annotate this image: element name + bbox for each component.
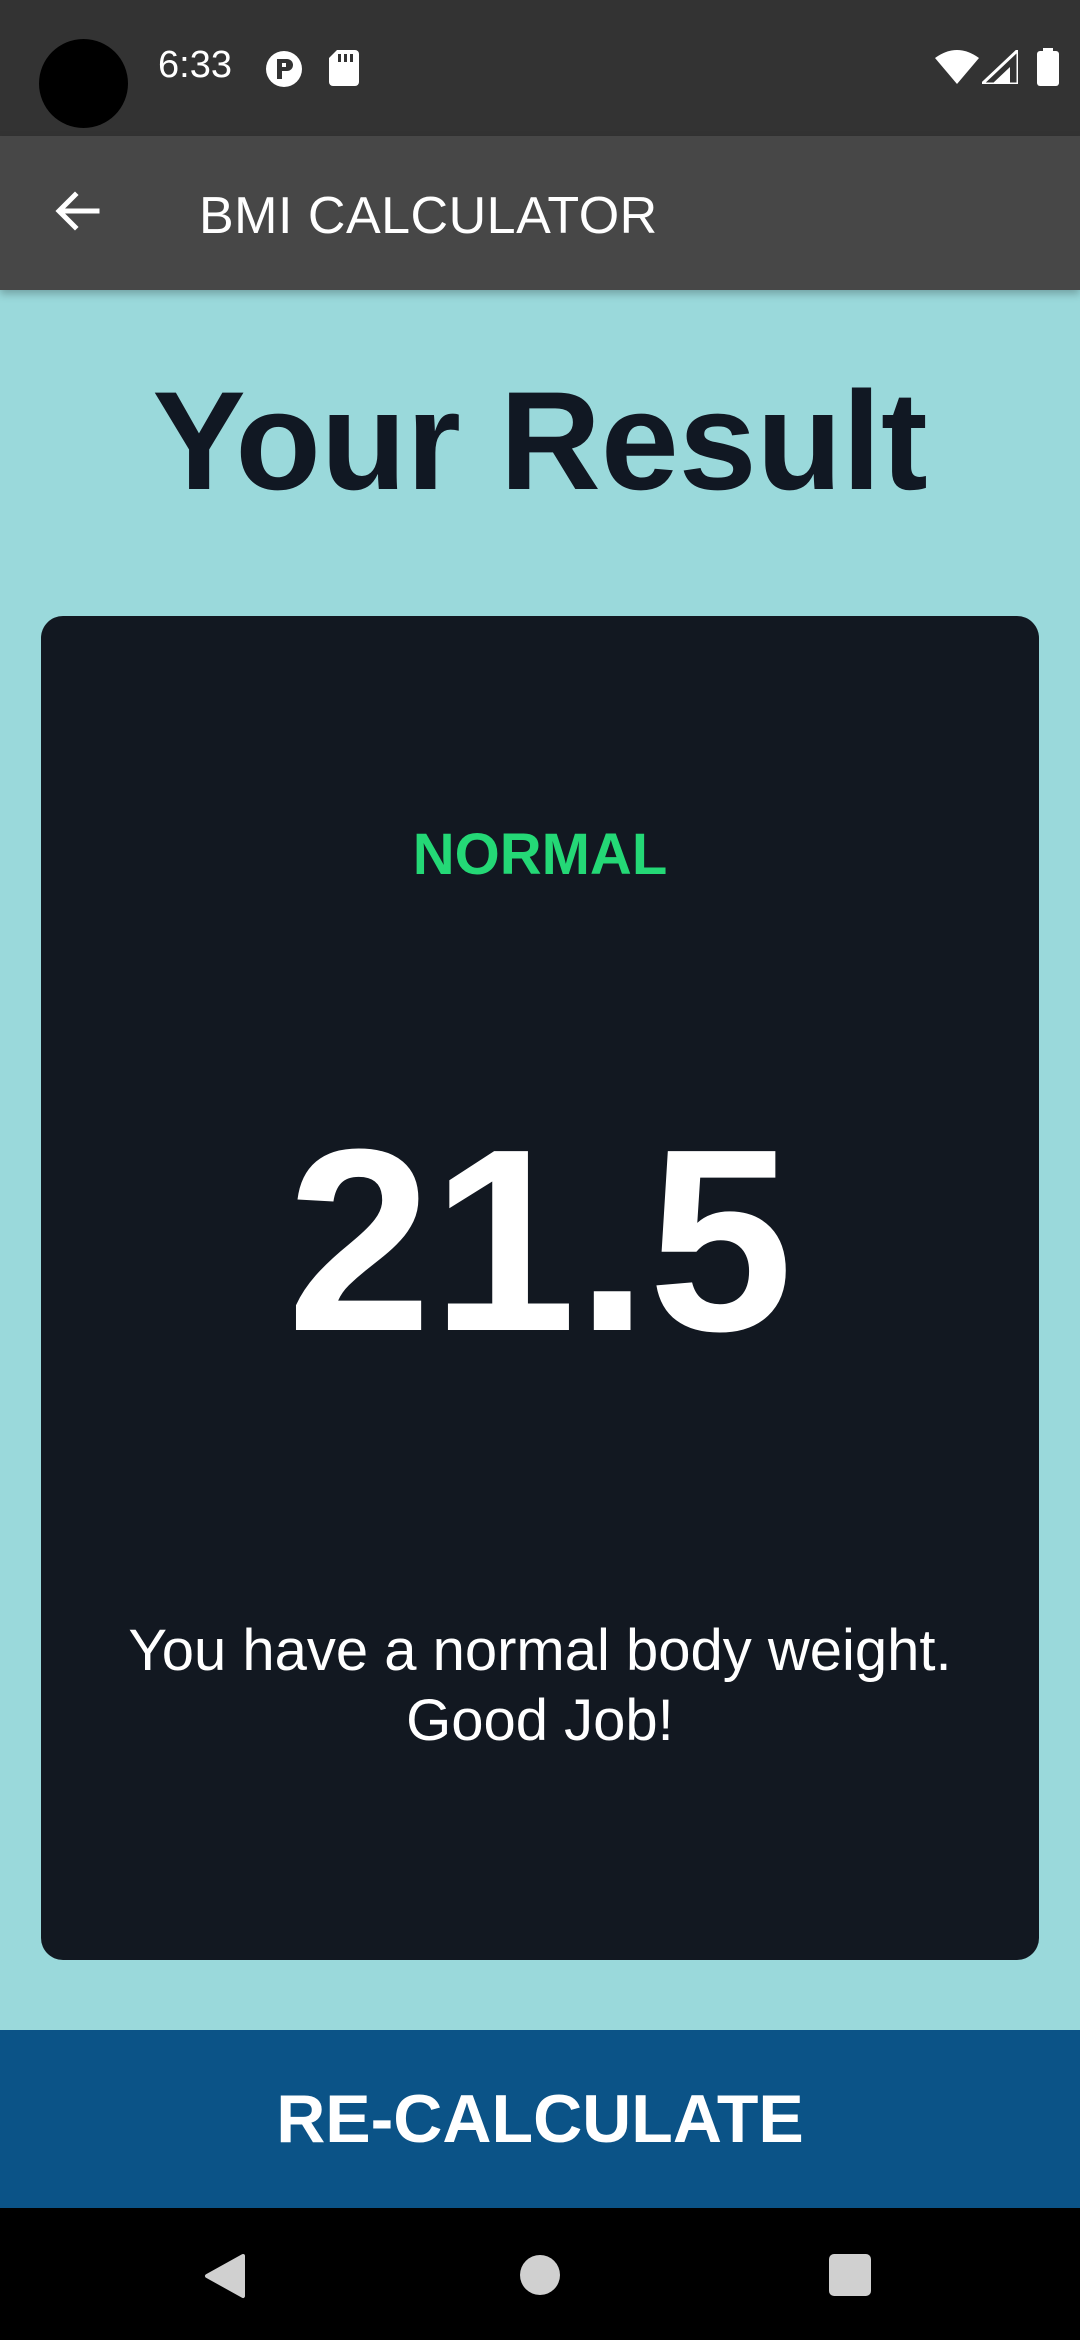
wifi-icon [935, 50, 979, 89]
system-nav-bar [0, 2208, 1080, 2340]
p-icon [265, 50, 303, 93]
status-time: 6:33 [158, 44, 232, 86]
nav-back-icon[interactable] [203, 2252, 247, 2305]
signal-icon [978, 46, 1020, 89]
arrow-back-icon [53, 187, 101, 240]
app-bar: BMI CALCULATOR [0, 136, 1080, 290]
result-card: NORMAL 21.5 You have a normal body weigh… [41, 616, 1039, 1960]
nav-home-icon[interactable] [519, 2254, 561, 2301]
result-message: You have a normal body weight. Good Job! [128, 1618, 952, 1753]
back-button[interactable] [40, 176, 114, 250]
bmi-value: 21.5 [286, 1096, 794, 1386]
battery-icon [1037, 48, 1059, 91]
nav-recents-icon[interactable] [829, 2254, 871, 2301]
app-title: BMI CALCULATOR [199, 187, 658, 245]
status-bar: 6:33 [0, 0, 1080, 136]
page-title: Your Result [152, 362, 928, 519]
sd-card-icon [329, 50, 359, 91]
recalculate-button[interactable]: RE-CALCULATE [0, 2030, 1080, 2208]
camera-cutout [39, 39, 128, 128]
result-status: NORMAL [412, 822, 668, 887]
